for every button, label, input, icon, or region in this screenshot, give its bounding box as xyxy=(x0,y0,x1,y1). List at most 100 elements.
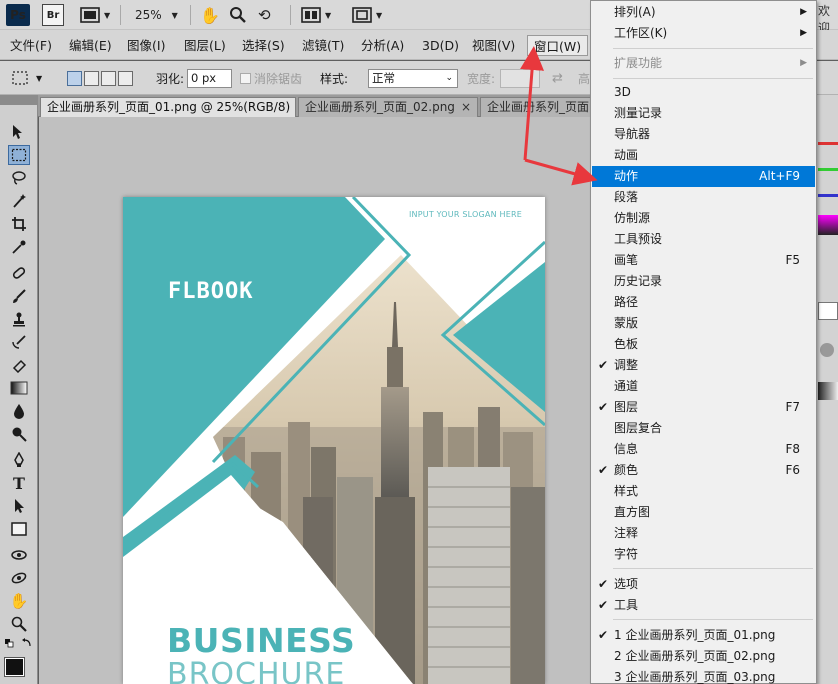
zoom-tool-icon[interactable] xyxy=(8,614,30,634)
blur-tool-icon[interactable] xyxy=(8,401,30,421)
arrange-documents-button[interactable]: ▼ xyxy=(301,4,331,26)
film-icon xyxy=(80,7,100,23)
menu-item-swatches[interactable]: 色板 xyxy=(592,334,815,355)
rotate-view-icon[interactable]: ⟲ xyxy=(258,4,271,26)
menu-item-notes[interactable]: 注释 xyxy=(592,523,815,544)
menu-item-animation[interactable]: 动画 xyxy=(592,145,815,166)
menu-item-paths[interactable]: 路径 xyxy=(592,292,815,313)
3d-orbit-tool-icon[interactable] xyxy=(8,568,30,588)
menu-item-styles[interactable]: 样式 xyxy=(592,481,815,502)
panel-adjust-icon[interactable] xyxy=(818,302,838,320)
menu-item-tool-presets[interactable]: 工具预设 xyxy=(592,229,815,250)
menu-item-history[interactable]: 历史记录 xyxy=(592,271,815,292)
menu-item-workspace[interactable]: 工作区(K) ▶ xyxy=(592,23,815,44)
eyedropper-tool-icon[interactable] xyxy=(8,237,30,257)
panel-circle-icon[interactable] xyxy=(820,343,834,357)
subtract-selection-icon[interactable] xyxy=(101,70,116,86)
menu-item-3d[interactable]: 3D xyxy=(592,82,815,103)
menu-item-character[interactable]: 字符 xyxy=(592,544,815,565)
panel-gradient-icon[interactable] xyxy=(818,382,838,400)
menu-item-options[interactable]: ✔ 选项 xyxy=(592,574,815,595)
rectangle-tool-icon[interactable] xyxy=(8,519,30,539)
antialias-checkbox[interactable]: 消除锯齿 xyxy=(240,68,302,88)
tab-document-02[interactable]: 企业画册系列_页面_02.png × xyxy=(298,97,478,117)
zoom-tool-icon[interactable] xyxy=(229,4,247,26)
move-tool-icon[interactable] xyxy=(8,122,30,142)
slogan-text: INPUT YOUR SLOGAN HERE xyxy=(409,210,522,219)
menu-item-tools[interactable]: ✔ 工具 xyxy=(592,595,815,616)
menu-item-arrange[interactable]: 排列(A) ▶ xyxy=(592,2,815,23)
selection-mode-group xyxy=(67,68,133,88)
menu-view[interactable]: 视图(V) xyxy=(470,35,517,56)
menu-item-histogram[interactable]: 直方图 xyxy=(592,502,815,523)
lasso-tool-icon[interactable] xyxy=(8,168,30,188)
path-selection-tool-icon[interactable] xyxy=(8,496,30,516)
clone-stamp-tool-icon[interactable] xyxy=(8,309,30,329)
swap-icon[interactable]: ⇄ xyxy=(552,68,563,88)
add-selection-icon[interactable] xyxy=(84,70,99,86)
hand-tool-icon[interactable]: ✋ xyxy=(200,4,220,26)
menu-item-open-document-1[interactable]: ✔ 1 企业画册系列_页面_01.png xyxy=(592,625,815,646)
intersect-selection-icon[interactable] xyxy=(118,70,133,86)
menu-filter[interactable]: 滤镜(T) xyxy=(300,35,346,56)
menu-item-color[interactable]: ✔ 颜色 F6 xyxy=(592,460,815,481)
3d-rotate-tool-icon[interactable] xyxy=(8,545,30,565)
tab-document-01[interactable]: 企业画册系列_页面_01.png @ 25%(RGB/8)× xyxy=(40,97,296,117)
pen-tool-icon[interactable] xyxy=(8,450,30,470)
menu-item-layers[interactable]: ✔ 图层 F7 xyxy=(592,397,815,418)
tool-preset-picker[interactable]: ▼ xyxy=(10,68,42,88)
hand-tool-icon[interactable]: ✋ xyxy=(8,591,30,611)
new-selection-icon[interactable] xyxy=(67,70,82,86)
menu-item-channels[interactable]: 通道 xyxy=(592,376,815,397)
menu-item-adjustments[interactable]: ✔ 调整 xyxy=(592,355,815,376)
tab-document-03[interactable]: 企业画册系列_页面 xyxy=(480,97,592,117)
menu-analysis[interactable]: 分析(A) xyxy=(359,35,406,56)
rectangular-marquee-tool-icon[interactable] xyxy=(8,145,30,165)
checkmark-icon: ✔ xyxy=(598,400,609,414)
menu-edit[interactable]: 编辑(E) xyxy=(67,35,114,56)
default-colors-icon[interactable] xyxy=(4,638,34,650)
document-page[interactable]: INPUT YOUR SLOGAN HERE FLBOOK BUSINESS B… xyxy=(123,197,545,684)
feather-input[interactable]: 0 px xyxy=(187,68,232,88)
menu-3d[interactable]: 3D(D) xyxy=(420,35,461,56)
menu-item-masks[interactable]: 蒙版 xyxy=(592,313,815,334)
menu-layer[interactable]: 图层(L) xyxy=(182,35,228,56)
menu-item-measurement-log[interactable]: 测量记录 xyxy=(592,103,815,124)
panel-grip[interactable] xyxy=(0,95,38,105)
menu-image[interactable]: 图像(I) xyxy=(125,35,167,56)
dodge-tool-icon[interactable] xyxy=(8,424,30,444)
shortcut-label: F6 xyxy=(785,463,800,477)
menu-select[interactable]: 选择(S) xyxy=(240,35,287,56)
crop-tool-icon[interactable] xyxy=(8,214,30,234)
zoom-level-select[interactable]: 25% ▼ xyxy=(135,4,178,26)
foreground-color-swatch[interactable] xyxy=(4,657,25,677)
screen-mode-button[interactable]: ▼ xyxy=(352,4,382,26)
close-icon[interactable]: × xyxy=(461,100,471,114)
healing-brush-tool-icon[interactable] xyxy=(8,263,30,283)
style-select[interactable]: 正常 ⌄ xyxy=(368,68,458,88)
menu-item-actions[interactable]: 动作 Alt+F9 xyxy=(592,166,815,187)
view-extras-button[interactable]: ▼ xyxy=(80,4,110,26)
menu-item-clone-source[interactable]: 仿制源 xyxy=(592,208,815,229)
menu-item-open-document-2[interactable]: 2 企业画册系列_页面_02.png xyxy=(592,646,815,667)
menu-item-navigator[interactable]: 导航器 xyxy=(592,124,815,145)
antialias-label: 消除锯齿 xyxy=(254,71,303,86)
arrange-icon xyxy=(301,7,321,23)
width-input[interactable] xyxy=(500,68,540,88)
eraser-tool-icon[interactable] xyxy=(8,355,30,375)
marquee-preset-icon xyxy=(12,71,28,85)
bridge-button[interactable]: Br xyxy=(42,4,64,26)
menu-item-info[interactable]: 信息 F8 xyxy=(592,439,815,460)
gradient-tool-icon[interactable] xyxy=(8,378,30,398)
type-tool-icon[interactable]: T xyxy=(8,473,30,493)
brush-tool-icon[interactable] xyxy=(8,286,30,306)
menu-window[interactable]: 窗口(W) xyxy=(527,35,589,56)
menu-file[interactable]: 文件(F) xyxy=(8,35,54,56)
menu-item-paragraph[interactable]: 段落 xyxy=(592,187,815,208)
menu-item-layer-comps[interactable]: 图层复合 xyxy=(592,418,815,439)
shortcut-label: F8 xyxy=(785,442,800,456)
history-brush-tool-icon[interactable] xyxy=(8,332,30,352)
magic-wand-tool-icon[interactable] xyxy=(8,191,30,211)
menu-item-open-document-3[interactable]: 3 企业画册系列_页面_03.png xyxy=(592,667,815,684)
menu-item-brushes[interactable]: 画笔 F5 xyxy=(592,250,815,271)
